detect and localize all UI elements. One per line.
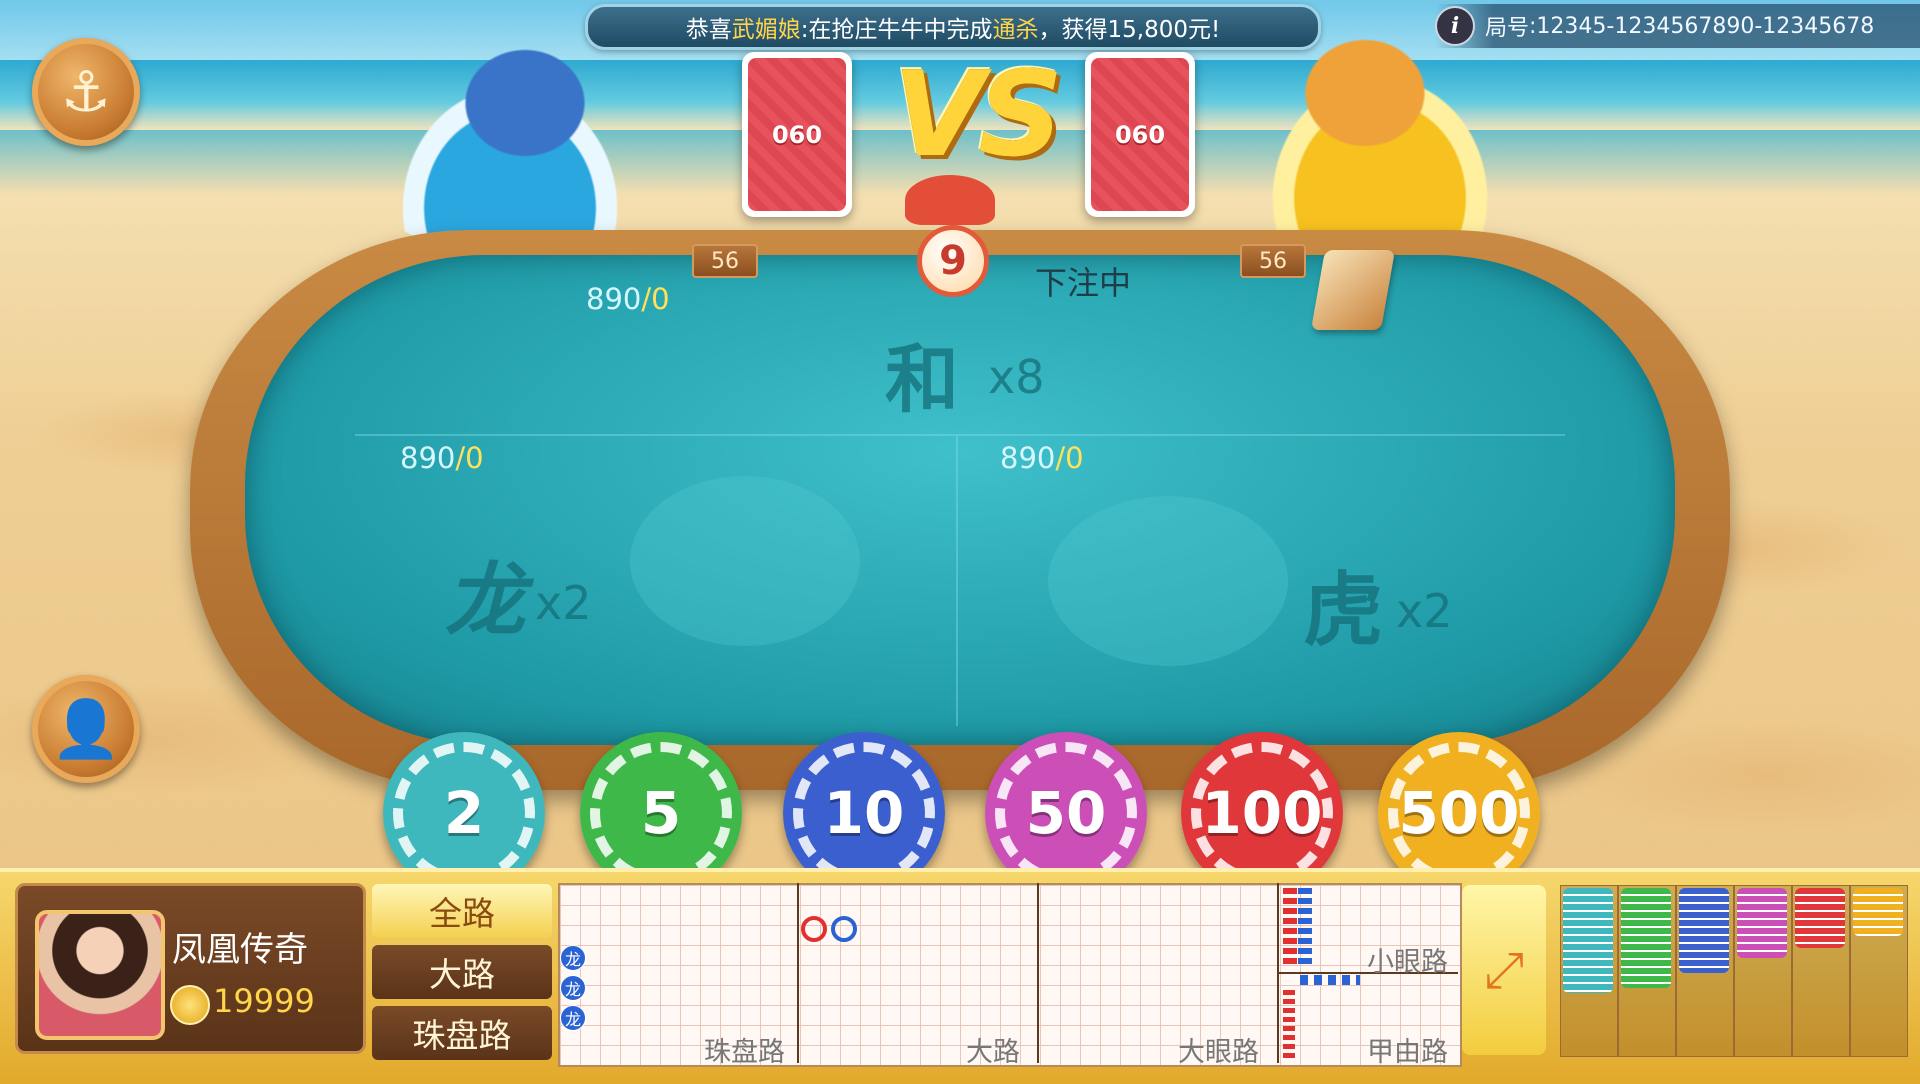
tie-multiplier: x8 bbox=[988, 350, 1045, 404]
avatar[interactable] bbox=[35, 910, 165, 1040]
bead-entry: 龙 bbox=[560, 975, 586, 1001]
cockroach-road-marks bbox=[1300, 975, 1360, 985]
dragon-mine: /0 bbox=[455, 441, 484, 475]
round-number: :12345-1234567890-12345678 bbox=[1529, 13, 1875, 39]
cockroach-road-marks bbox=[1283, 990, 1295, 1060]
card-back-logo: 060 bbox=[1091, 58, 1189, 211]
small-road-dots bbox=[1298, 888, 1312, 966]
player-name: 凤凰传奇 bbox=[172, 930, 308, 970]
card-back-logo: 060 bbox=[748, 58, 846, 211]
tiger-multiplier: x2 bbox=[1396, 584, 1453, 638]
anchor-icon: ⚓ bbox=[60, 59, 112, 125]
tiger-label: 虎 bbox=[1303, 564, 1383, 657]
player-list-button[interactable]: 👤 bbox=[32, 675, 140, 783]
bead-entry: 龙 bbox=[560, 1005, 586, 1031]
tiger-card: 060 bbox=[1085, 52, 1195, 217]
tie-bet-zone[interactable]: 890/0 和 x8 bbox=[330, 260, 1590, 434]
chip-value: 2 bbox=[443, 779, 485, 847]
banner-prefix: 恭喜 bbox=[685, 17, 732, 43]
chip-stack-100 bbox=[1795, 888, 1845, 948]
big-eye-road-label: 大眼路 bbox=[1178, 1037, 1259, 1068]
dragon-label: 龙 bbox=[445, 554, 525, 647]
big-road-marker bbox=[831, 916, 857, 942]
expand-icon: ⤢ bbox=[1484, 940, 1524, 999]
banner-action: 通杀 bbox=[992, 17, 1039, 43]
bead-road-label: 珠盘路 bbox=[704, 1037, 785, 1068]
vs-logo: VS bbox=[893, 45, 1063, 183]
dragon-watermark bbox=[630, 476, 860, 646]
tiger-watermark bbox=[1048, 496, 1288, 666]
tab-bead-road[interactable]: 珠盘路 bbox=[372, 1006, 552, 1060]
user-icon: 👤 bbox=[51, 697, 121, 762]
chip-stack-10 bbox=[1679, 888, 1729, 973]
dragon-mascot bbox=[360, 40, 660, 250]
tiger-mine: /0 bbox=[1055, 441, 1084, 475]
coin-icon bbox=[170, 985, 210, 1025]
road-divider bbox=[797, 883, 799, 1063]
big-road-label: 大路 bbox=[966, 1037, 1020, 1068]
road-divider bbox=[1037, 883, 1039, 1063]
big-road-marker bbox=[801, 916, 827, 942]
banner-mid: :在抢庄牛牛中完成 bbox=[800, 17, 993, 43]
crab-mascot bbox=[905, 175, 995, 225]
small-road-label: 小眼路 bbox=[1367, 947, 1448, 978]
tiger-total: 890 bbox=[1000, 441, 1056, 475]
tie-total: 890 bbox=[586, 282, 642, 316]
tiger-bet-amount: 890/0 bbox=[1000, 441, 1084, 475]
chip-value: 5 bbox=[640, 779, 682, 847]
tab-big-road[interactable]: 大路 bbox=[372, 945, 552, 999]
banner-player-name: 武媚娘 bbox=[731, 17, 801, 43]
chip-value: 100 bbox=[1201, 779, 1323, 847]
chip-value: 50 bbox=[1025, 779, 1107, 847]
dragon-total: 890 bbox=[400, 441, 456, 475]
tiger-bet-zone[interactable]: 890/0 虎 x2 bbox=[958, 436, 1590, 736]
bead-entry: 龙 bbox=[560, 945, 586, 971]
chip-stack-2 bbox=[1563, 888, 1613, 993]
tab-all-roads[interactable]: 全路 bbox=[372, 884, 552, 938]
tie-bet-amount: 890/0 bbox=[586, 282, 670, 316]
win-announcement-banner: 恭喜 武媚娘 :在抢庄牛牛中完成 通杀 ，获得15,800元! bbox=[585, 4, 1321, 50]
chip-stack-5 bbox=[1621, 888, 1671, 988]
dragon-multiplier: x2 bbox=[535, 576, 592, 630]
tiger-mascot bbox=[1230, 30, 1530, 240]
dragon-bet-zone[interactable]: 890/0 龙 x2 bbox=[330, 436, 956, 736]
player-coins: 19999 bbox=[213, 982, 315, 1020]
tie-mine: /0 bbox=[641, 282, 670, 316]
cockroach-road-label: 甲由路 bbox=[1367, 1037, 1448, 1068]
expand-roads-button[interactable]: ⤢ bbox=[1462, 885, 1546, 1055]
tie-label: 和 bbox=[885, 337, 959, 423]
chip-value: 500 bbox=[1398, 779, 1520, 847]
banner-suffix: ，获得15,800元! bbox=[1038, 17, 1221, 43]
dragon-card: 060 bbox=[742, 52, 852, 217]
dragon-bet-amount: 890/0 bbox=[400, 441, 484, 475]
chip-stack-50 bbox=[1737, 888, 1787, 958]
small-road-dots bbox=[1283, 888, 1297, 966]
chip-stack-500 bbox=[1853, 888, 1903, 936]
chip-value: 10 bbox=[823, 779, 905, 847]
menu-anchor-button[interactable]: ⚓ bbox=[32, 38, 140, 146]
